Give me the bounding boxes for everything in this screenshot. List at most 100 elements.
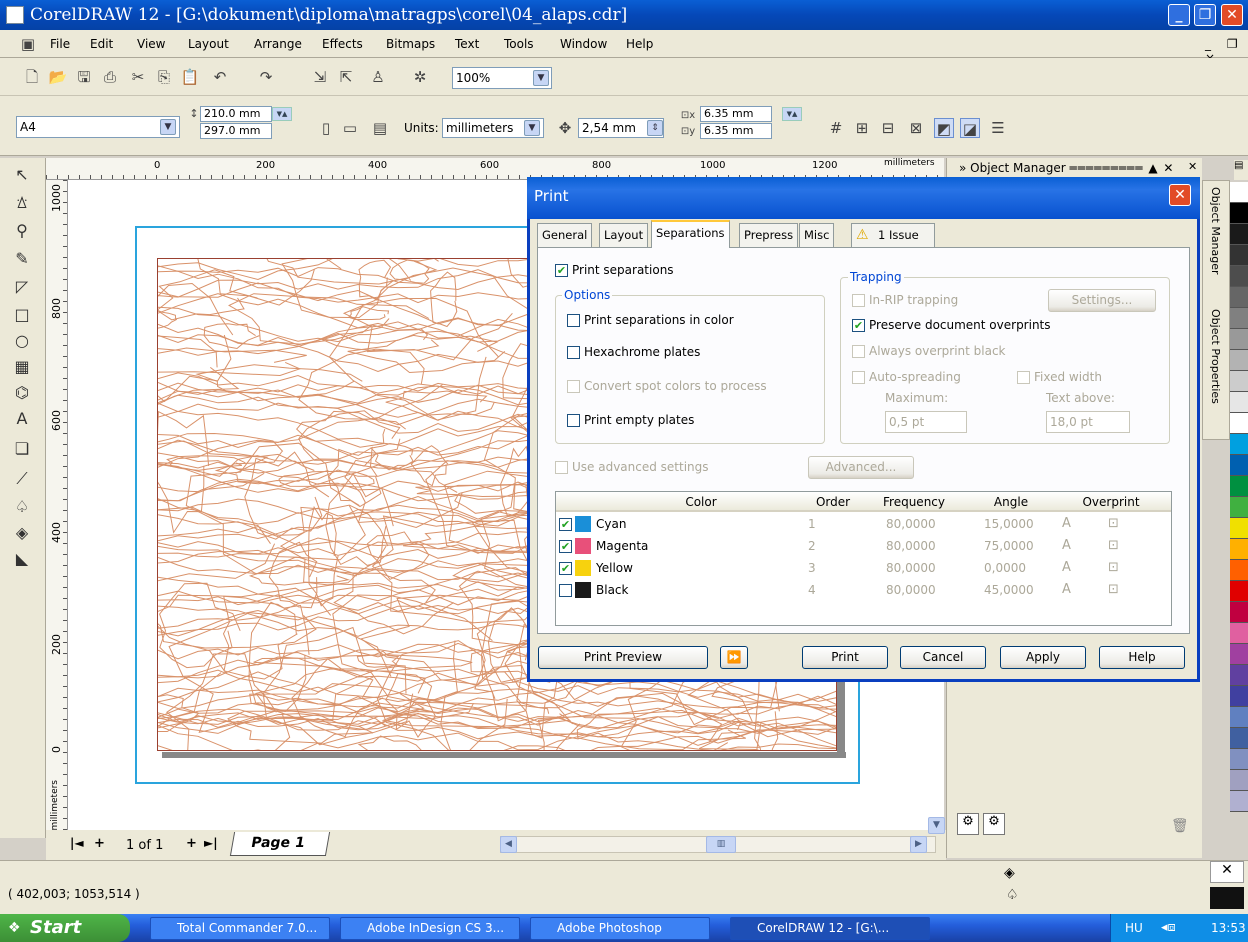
snap-objects-icon[interactable]: ⊟ [878,118,898,138]
landscape-icon[interactable]: ▭ [340,118,360,138]
advanced-settings-checkbox[interactable] [555,461,568,474]
palette-swatch[interactable] [1230,644,1248,665]
menu-help[interactable]: Help [626,37,653,51]
text-above-field[interactable]: 18,0 pt [1046,411,1130,433]
menu-edit[interactable]: Edit [90,37,113,51]
advanced-button[interactable]: Advanced... [808,456,914,479]
menu-bitmaps[interactable]: Bitmaps [386,37,435,51]
palette-swatch[interactable] [1230,308,1248,329]
palette-swatch[interactable] [1230,455,1248,476]
overprint-graphics-icon[interactable]: ⊡ [1108,516,1119,531]
page-tab[interactable]: Page 1 [229,832,331,856]
last-page-button[interactable]: ►| [204,836,218,850]
zoom-dropdown[interactable]: ▼ [533,70,549,86]
minimize-button[interactable]: _ [1168,4,1190,26]
export-icon[interactable]: ⇱ [336,67,356,87]
menu-layout[interactable]: Layout [188,37,229,51]
ellipse-tool-icon[interactable]: ○ [10,330,34,352]
maximize-button[interactable]: ❐ [1194,4,1216,26]
width-field[interactable]: 210.0 mm [200,106,272,122]
overprint-graphics-icon[interactable]: ⊡ [1108,582,1119,597]
menu-file[interactable]: File [50,37,70,51]
launcher-icon[interactable]: ♙ [368,67,388,87]
dynamic-guides-icon[interactable]: ⊠ [906,118,926,138]
preserve-overprints-checkbox[interactable]: ✔ [852,319,865,332]
duplicate-x-field[interactable]: 6.35 mm [700,106,772,122]
zoom-tool-icon[interactable]: ⚲ [10,220,34,242]
menu-window[interactable]: Window [560,37,607,51]
tab-layout[interactable]: Layout [599,223,649,247]
palette-swatch[interactable] [1230,518,1248,539]
palette-swatch[interactable] [1230,392,1248,413]
hexachrome-checkbox[interactable] [567,346,580,359]
paste-icon[interactable]: 📋 [180,67,200,87]
pick-tool-icon[interactable]: ↖ [10,164,34,186]
overprint-text-icon[interactable]: A [1062,560,1071,575]
size-spinner[interactable]: ▼▲ [272,107,292,121]
portrait-icon[interactable]: ▯ [316,118,336,138]
outline-color-swatch[interactable] [1210,887,1244,909]
print-separations-checkbox[interactable]: ✔ [555,264,568,277]
fill-tool-icon[interactable]: ◈ [10,522,34,544]
tab-misc[interactable]: Misc [799,223,835,247]
document-icon[interactable]: ▣ [18,34,38,54]
task-indesign[interactable]: Adobe InDesign CS 3... [340,917,520,940]
tab-issues[interactable]: ⚠ 1 Issue [851,223,935,247]
palette-swatch[interactable] [1230,602,1248,623]
scroll-thumb[interactable]: ▥ [706,836,736,853]
in-rip-trapping-checkbox[interactable] [852,294,865,307]
menu-arrange[interactable]: Arrange [254,37,302,51]
eyedropper-tool-icon[interactable]: ⟋ [10,468,34,490]
more-options-icon[interactable]: ☰ [988,118,1008,138]
shape-tool-icon[interactable]: ꕖ [10,192,34,214]
rectangle-tool-icon[interactable]: □ [10,304,34,326]
fixed-width-checkbox[interactable] [1017,371,1030,384]
palette-swatch[interactable] [1230,266,1248,287]
app-icon[interactable] [6,6,24,24]
convert-spot-checkbox[interactable] [567,380,580,393]
print-dialog-close-button[interactable]: ✕ [1169,184,1191,206]
always-overprint-black-checkbox[interactable] [852,345,865,358]
network-icon[interactable]: ◂⧈ [1161,914,1176,942]
interactive-blend-tool-icon[interactable]: ❏ [10,438,34,460]
print-button[interactable]: Print [802,646,888,669]
help-button[interactable]: Help [1099,646,1185,669]
scroll-right-button[interactable]: ▶ [910,836,927,853]
freehand-tool-icon[interactable]: ✎ [10,248,34,270]
palette-menu-icon[interactable]: ▤ [1234,160,1248,180]
palette-swatch[interactable] [1230,371,1248,392]
paper-size-dropdown[interactable]: ▼ [160,119,176,135]
language-indicator[interactable]: HU [1125,914,1143,942]
palette-swatch[interactable] [1230,749,1248,770]
units-dropdown[interactable]: ▼ [524,120,540,136]
palette-swatch[interactable] [1230,203,1248,224]
palette-swatch[interactable] [1230,728,1248,749]
interactive-fill-tool-icon[interactable]: ◣ [10,548,34,570]
palette-swatch[interactable] [1230,413,1248,434]
preview-expand-button[interactable]: ⏩ [720,646,748,669]
print-preview-button[interactable]: Print Preview [538,646,708,669]
menu-text[interactable]: Text [455,37,479,51]
save-icon[interactable]: 🖫 [74,67,94,87]
undo-icon[interactable]: ↶ [210,67,230,87]
overprint-text-icon[interactable]: A [1062,582,1071,597]
trapping-settings-button[interactable]: Settings... [1048,289,1156,312]
start-button[interactable]: ❖ Start [0,914,130,942]
apply-button[interactable]: Apply [1000,646,1086,669]
overprint-text-icon[interactable]: A [1062,538,1071,553]
palette-swatch[interactable] [1230,623,1248,644]
palette-swatch[interactable] [1230,434,1248,455]
palette-swatch[interactable] [1230,350,1248,371]
palette-swatch[interactable] [1230,224,1248,245]
print-icon[interactable]: ⎙ [100,67,120,87]
paper-size-field[interactable]: A4 [16,116,180,138]
auto-spreading-checkbox[interactable] [852,371,865,384]
task-coreldraw[interactable]: CorelDRAW 12 - [G:\... [730,917,930,940]
polygon-tool-icon[interactable]: ▦ [10,356,34,378]
palette-swatch[interactable] [1230,245,1248,266]
palette-swatch[interactable] [1230,791,1248,812]
overprint-text-icon[interactable]: A [1062,516,1071,531]
overprint-graphics-icon[interactable]: ⊡ [1108,538,1119,553]
palette-swatch[interactable] [1230,539,1248,560]
smart-fill-tool-icon[interactable]: ◸ [10,276,34,298]
